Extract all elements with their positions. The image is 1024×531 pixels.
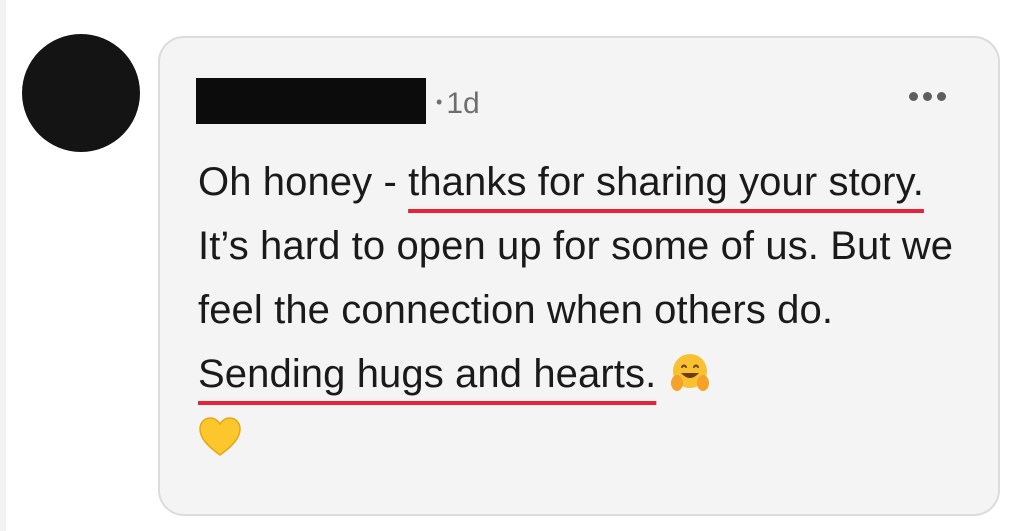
meta-separator: • bbox=[436, 92, 443, 112]
avatar[interactable] bbox=[22, 34, 140, 152]
more-horizontal-icon-dot bbox=[923, 92, 932, 101]
hugging-face-icon bbox=[670, 354, 709, 391]
timestamp: 1d bbox=[446, 87, 480, 120]
comment-text-part: Oh honey - bbox=[198, 160, 409, 204]
left-divider bbox=[0, 0, 6, 531]
more-options-button[interactable] bbox=[909, 92, 946, 101]
highlighted-phrase: Sending hugs and hearts. bbox=[198, 352, 657, 396]
more-horizontal-icon-dot bbox=[937, 92, 946, 101]
more-horizontal-icon-dot bbox=[909, 92, 918, 101]
comment-text-part: It’s hard to open up for some of us. But… bbox=[198, 224, 954, 332]
comment-meta: • 1d bbox=[436, 84, 480, 122]
comment-text: Oh honey - thanks for sharing your story… bbox=[198, 150, 968, 470]
comment-card: • 1d Oh honey - thanks for sharing your s… bbox=[158, 36, 1000, 516]
yellow-heart-icon bbox=[199, 417, 241, 456]
highlighted-phrase: thanks for sharing your story. bbox=[408, 160, 924, 204]
author-name-redacted[interactable] bbox=[196, 78, 426, 124]
